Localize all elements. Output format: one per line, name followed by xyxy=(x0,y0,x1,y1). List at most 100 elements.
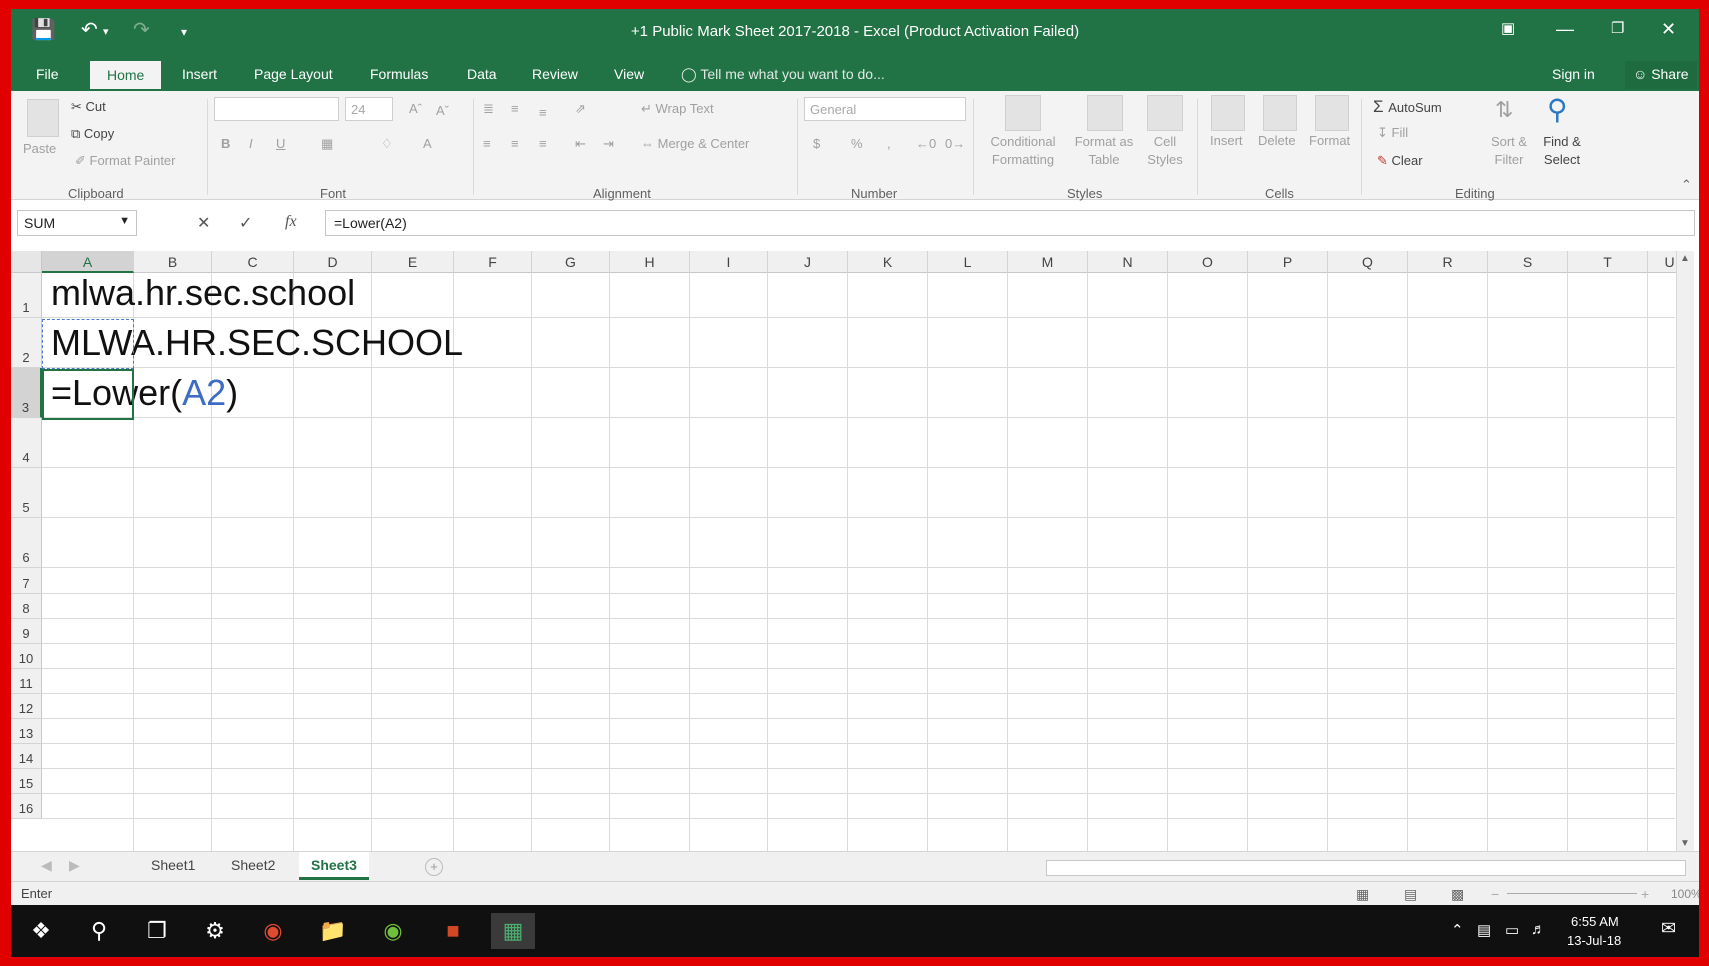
row-header-4[interactable]: 4 xyxy=(11,418,42,468)
tab-file[interactable]: File xyxy=(36,66,59,82)
format-cells-icon[interactable] xyxy=(1315,95,1349,131)
align-center-icon[interactable]: ≡ xyxy=(511,136,519,151)
column-header-f[interactable]: F xyxy=(454,251,532,273)
sort-filter-icon[interactable]: ⇅ xyxy=(1495,97,1513,123)
autosum-button[interactable]: Σ AutoSum xyxy=(1373,97,1442,117)
sheet-tab-sheet1[interactable]: Sheet1 xyxy=(151,857,195,873)
increase-font-icon[interactable]: Aˆ xyxy=(409,101,422,116)
column-header-q[interactable]: Q xyxy=(1328,251,1408,273)
network-icon[interactable]: ▤ xyxy=(1477,921,1491,939)
fill-color-icon[interactable]: ♢ xyxy=(381,136,393,152)
font-size-input[interactable]: 24 xyxy=(345,97,393,121)
zoom-level[interactable]: 100% xyxy=(1671,887,1699,901)
column-header-a[interactable]: A xyxy=(42,251,134,273)
percent-button[interactable]: % xyxy=(851,136,863,151)
column-header-i[interactable]: I xyxy=(690,251,768,273)
cancel-entry-icon[interactable]: ✕ xyxy=(197,213,210,233)
column-header-o[interactable]: O xyxy=(1168,251,1248,273)
column-header-b[interactable]: B xyxy=(134,251,212,273)
column-header-h[interactable]: H xyxy=(610,251,690,273)
align-left-icon[interactable]: ≡ xyxy=(483,136,491,151)
row-header-15[interactable]: 15 xyxy=(11,769,42,794)
align-middle-icon[interactable]: ≡ xyxy=(511,101,519,116)
zoom-slider[interactable] xyxy=(1507,893,1637,894)
tab-formulas[interactable]: Formulas xyxy=(370,66,428,82)
column-header-p[interactable]: P xyxy=(1248,251,1328,273)
insert-cells-icon[interactable] xyxy=(1211,95,1245,131)
formula-input[interactable]: =Lower(A2) xyxy=(325,210,1695,236)
column-header-r[interactable]: R xyxy=(1408,251,1488,273)
close-button[interactable]: ✕ xyxy=(1661,19,1676,40)
delete-cells-button[interactable]: Delete xyxy=(1258,133,1296,148)
horizontal-scrollbar[interactable] xyxy=(1046,860,1686,876)
align-right-icon[interactable]: ≡ xyxy=(539,136,547,151)
column-header-t[interactable]: T xyxy=(1568,251,1648,273)
cell-a1[interactable]: mlwa.hr.sec.school xyxy=(51,273,355,313)
cut-button[interactable]: ✂ Cut xyxy=(71,99,106,115)
tab-data[interactable]: Data xyxy=(467,66,497,82)
format-as-table-button[interactable]: Format as Table xyxy=(1071,133,1137,169)
copy-button[interactable]: ⧉ Copy xyxy=(71,126,114,142)
search-icon[interactable]: ⚲ xyxy=(77,913,121,949)
column-header-m[interactable]: M xyxy=(1008,251,1088,273)
tab-insert[interactable]: Insert xyxy=(182,66,217,82)
decrease-indent-icon[interactable]: ⇤ xyxy=(575,136,586,152)
worksheet-grid[interactable]: ABCDEFGHIJKLMNOPQRSTU 1 2 3 4 5 6 7 8 9 10 11 12 13 1… xyxy=(11,251,1692,853)
format-painter-button[interactable]: ✐ Format Painter xyxy=(75,153,176,169)
normal-view-icon[interactable]: ▦ xyxy=(1356,886,1369,903)
find-magnifier-icon[interactable]: ⚲ xyxy=(1547,93,1568,126)
zoom-in-icon[interactable]: + xyxy=(1641,886,1649,902)
tell-me-box[interactable]: ◯ Tell me what you want to do... xyxy=(681,66,885,83)
number-format-select[interactable]: General xyxy=(804,97,966,121)
cell-styles-button[interactable]: Cell Styles xyxy=(1141,133,1189,169)
increase-decimal-icon[interactable]: ←0 xyxy=(916,136,936,151)
page-layout-view-icon[interactable]: ▤ xyxy=(1404,886,1417,903)
utorrent-icon[interactable]: ◉ xyxy=(371,913,415,949)
merge-center-button[interactable]: ⇔ Merge & Center xyxy=(641,136,749,151)
column-header-e[interactable]: E xyxy=(372,251,454,273)
clock-time[interactable]: 6:55 AM xyxy=(1571,914,1619,929)
row-header-16[interactable]: 16 xyxy=(11,794,42,819)
paste-icon[interactable] xyxy=(27,99,59,137)
decrease-font-icon[interactable]: Aˇ xyxy=(436,103,449,118)
fill-button[interactable]: ↧ Fill xyxy=(1377,125,1408,141)
row-header-6[interactable]: 6 xyxy=(11,518,42,568)
share-button[interactable]: ☺ Share xyxy=(1625,61,1697,89)
scroll-up-icon[interactable]: ▲ xyxy=(1680,253,1690,264)
scroll-down-icon[interactable]: ▼ xyxy=(1680,838,1690,849)
tab-page-layout[interactable]: Page Layout xyxy=(254,66,333,82)
column-header-c[interactable]: C xyxy=(212,251,294,273)
active-cell-a3[interactable] xyxy=(42,369,134,420)
windows-start-icon[interactable]: ❖ xyxy=(19,913,63,949)
column-header-n[interactable]: N xyxy=(1088,251,1168,273)
conditional-formatting-button[interactable]: Conditional Formatting xyxy=(984,133,1062,169)
clear-button[interactable]: ✎ Clear xyxy=(1377,153,1423,169)
font-color-icon[interactable]: A xyxy=(423,136,432,151)
name-box[interactable]: SUM ▼ xyxy=(17,210,137,236)
sheet-tab-sheet3[interactable]: Sheet3 xyxy=(299,852,369,880)
page-break-view-icon[interactable]: ▩ xyxy=(1451,886,1464,903)
tab-review[interactable]: Review xyxy=(532,66,578,82)
delete-cells-icon[interactable] xyxy=(1263,95,1297,131)
italic-button[interactable]: I xyxy=(249,136,253,151)
column-header-d[interactable]: D xyxy=(294,251,372,273)
scroll-tabs-left-icon[interactable]: ◀ xyxy=(41,857,52,874)
row-header-11[interactable]: 11 xyxy=(11,669,42,694)
name-box-dropdown-icon[interactable]: ▼ xyxy=(119,215,130,227)
clock-date[interactable]: 13-Jul-18 xyxy=(1567,933,1621,948)
volume-icon[interactable]: ♬ xyxy=(1531,921,1546,938)
format-as-table-icon[interactable] xyxy=(1087,95,1123,131)
comma-style-icon[interactable]: , xyxy=(887,136,891,151)
task-view-icon[interactable]: ❐ xyxy=(135,913,179,949)
borders-icon[interactable]: ▦ xyxy=(321,136,333,152)
insert-function-icon[interactable]: fx xyxy=(285,213,297,231)
row-header-13[interactable]: 13 xyxy=(11,719,42,744)
find-select-button[interactable]: Find & Select xyxy=(1537,133,1587,169)
battery-icon[interactable]: ▭ xyxy=(1505,921,1519,939)
font-name-input[interactable] xyxy=(214,97,339,121)
cell-styles-icon[interactable] xyxy=(1147,95,1183,131)
notifications-icon[interactable]: ✉ xyxy=(1661,918,1676,939)
zoom-out-icon[interactable]: − xyxy=(1491,886,1499,902)
select-all-corner[interactable] xyxy=(11,251,42,273)
orientation-icon[interactable]: ⇗ xyxy=(575,101,586,117)
